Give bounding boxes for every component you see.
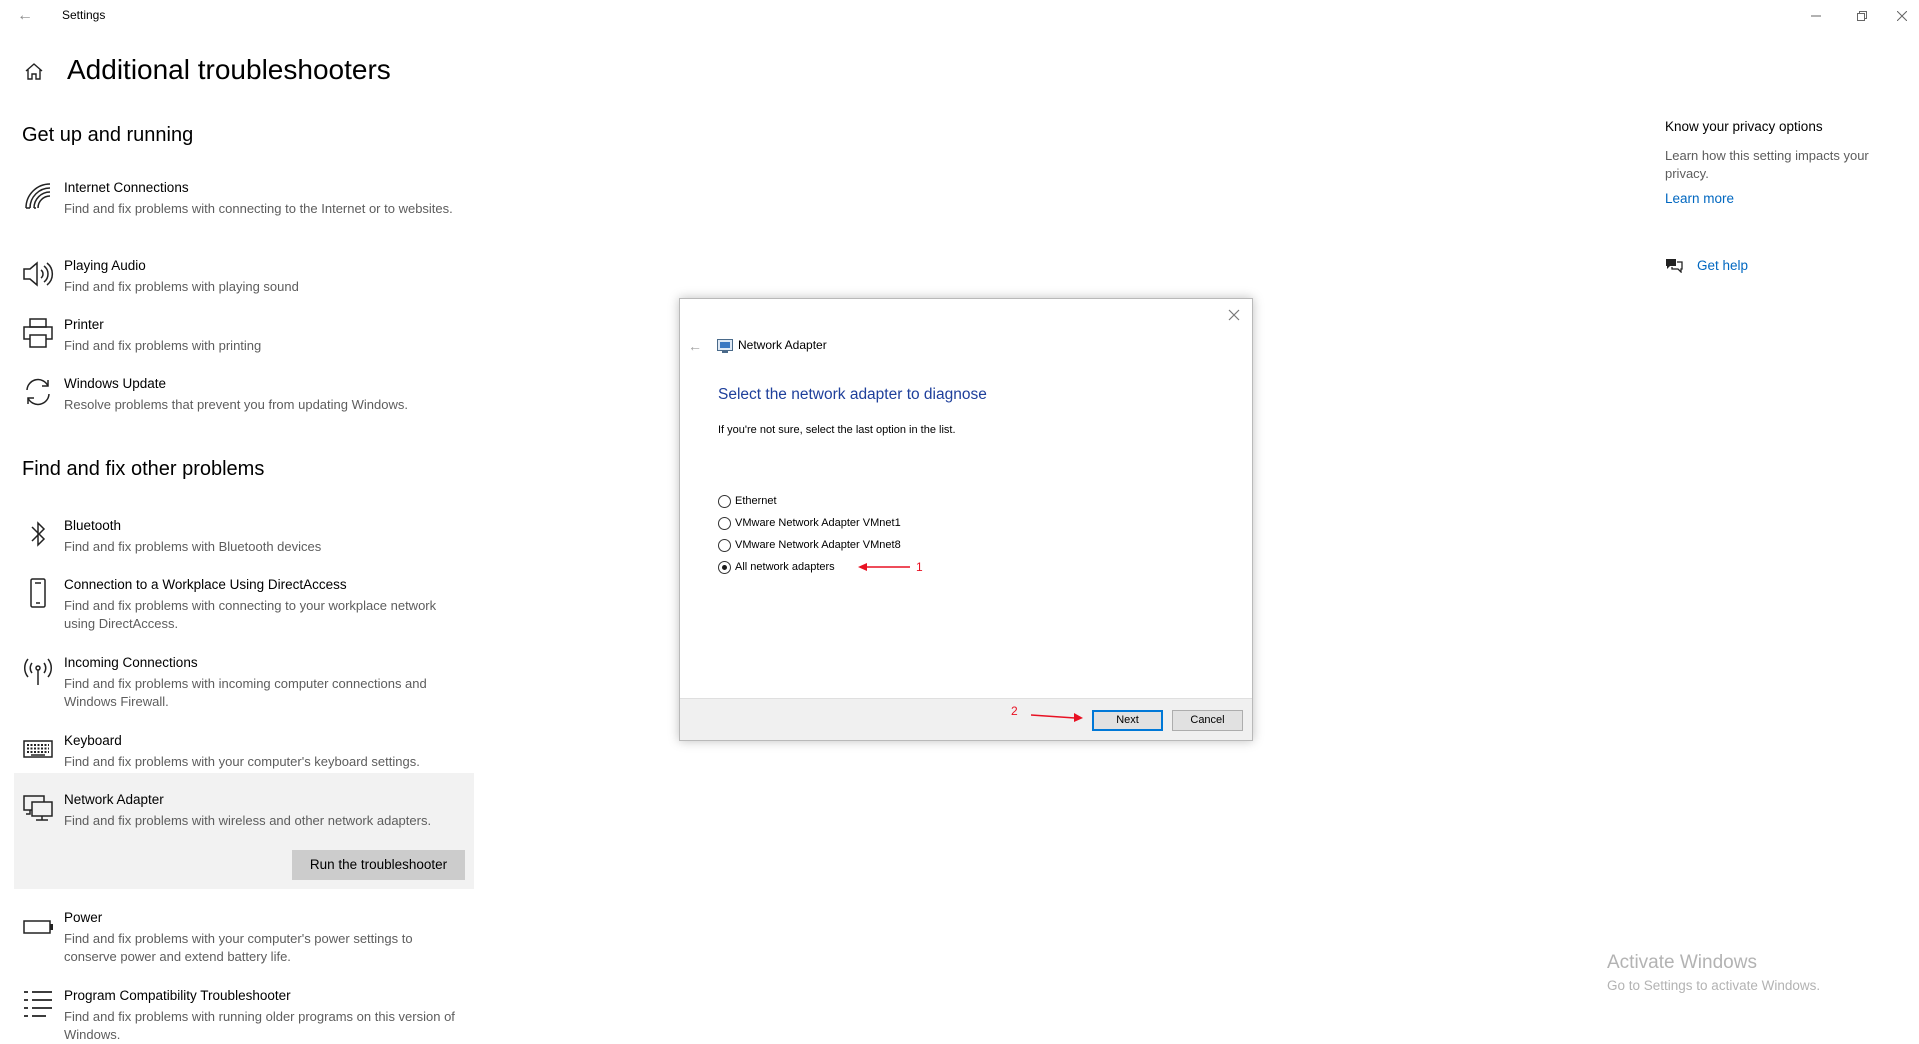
back-arrow-icon[interactable]: ← (14, 6, 36, 26)
bluetooth-icon (31, 521, 46, 547)
dialog-hint: If you're not sure, select the last opti… (718, 424, 956, 436)
annotation-arrow-1-icon (858, 563, 910, 571)
radio-label: VMware Network Adapter VMnet8 (735, 539, 901, 551)
troubleshooter-description: Find and fix problems with your computer… (64, 931, 413, 964)
troubleshooter-description: Find and fix problems with printing (64, 338, 262, 353)
close-icon (1897, 11, 1907, 21)
chat-help-icon[interactable] (1665, 257, 1683, 273)
radio-option-vmnet8[interactable]: VMware Network Adapter VMnet8 (718, 537, 901, 553)
activate-windows-hint: Go to Settings to activate Windows. (1607, 978, 1821, 993)
title-bar: ← Settings (0, 0, 1919, 32)
broadcast-icon (24, 658, 52, 685)
troubleshooter-name: Internet Connections (64, 180, 189, 195)
troubleshooter-keyboard[interactable]: Keyboard Find and fix problems with your… (22, 733, 468, 773)
radio-label: VMware Network Adapter VMnet1 (735, 517, 901, 529)
printer-icon (23, 318, 53, 348)
sync-icon (26, 378, 50, 406)
get-help-link[interactable]: Get help (1697, 258, 1748, 273)
troubleshooter-name: Program Compatibility Troubleshooter (64, 988, 291, 1003)
troubleshooter-name: Keyboard (64, 733, 122, 748)
radio-button[interactable] (718, 516, 731, 530)
troubleshooter-printer[interactable]: Printer Find and fix problems with print… (22, 317, 468, 357)
radio-button-checked[interactable] (718, 560, 731, 574)
annotation-step-2: 2 (1011, 704, 1018, 718)
troubleshooter-name: Incoming Connections (64, 655, 198, 670)
restore-icon (1857, 11, 1867, 21)
troubleshooter-description: Find and fix problems with Bluetooth dev… (64, 539, 322, 554)
dialog-heading: Select the network adapter to diagnose (718, 386, 987, 403)
troubleshooter-internet-connections[interactable]: Internet Connections Find and fix proble… (22, 180, 468, 236)
radio-label: All network adapters (735, 561, 835, 573)
troubleshooter-description: Find and fix problems with connecting to… (64, 201, 453, 216)
dialog-close-icon[interactable] (1226, 307, 1242, 323)
radio-label: Ethernet (735, 495, 777, 507)
network-adapter-icon (23, 795, 53, 821)
troubleshooter-description: Find and fix problems with your computer… (64, 754, 420, 769)
cancel-button[interactable]: Cancel (1172, 710, 1243, 731)
troubleshooter-network-adapter[interactable]: Network Adapter Find and fix problems wi… (22, 792, 468, 832)
network-adapter-dialog: ← Network Adapter Select the network ada… (679, 298, 1253, 741)
activate-windows-watermark: Activate Windows (1607, 952, 1757, 973)
dialog-back-arrow-icon[interactable]: ← (688, 338, 702, 354)
radio-option-ethernet[interactable]: Ethernet (718, 493, 777, 509)
wifi-icon (25, 183, 51, 209)
restore-button[interactable] (1839, 0, 1885, 32)
troubleshooter-power[interactable]: Power Find and fix problems with your co… (22, 910, 468, 966)
speaker-icon (23, 261, 54, 287)
troubleshooter-playing-audio[interactable]: Playing Audio Find and fix problems with… (22, 258, 468, 298)
troubleshooter-name: Windows Update (64, 376, 167, 391)
section-heading-find-and-fix: Find and fix other problems (22, 458, 265, 480)
section-heading-get-up-and-running: Get up and running (22, 124, 194, 146)
dialog-footer: 2 Next Cancel (680, 698, 1252, 740)
phone-icon (30, 578, 46, 608)
troubleshooter-bluetooth[interactable]: Bluetooth Find and fix problems with Blu… (22, 518, 468, 558)
window-title: Settings (62, 8, 106, 22)
next-button[interactable]: Next (1092, 710, 1163, 731)
privacy-text: Learn how this setting impacts your priv… (1665, 148, 1869, 181)
troubleshooter-program-compatibility[interactable]: Program Compatibility Troubleshooter Fin… (22, 988, 468, 1044)
minimize-icon (1811, 15, 1821, 17)
radio-button[interactable] (718, 538, 731, 552)
troubleshooter-directaccess[interactable]: Connection to a Workplace Using DirectAc… (22, 577, 468, 633)
troubleshooter-name: Power (64, 910, 103, 925)
keyboard-icon (23, 740, 53, 758)
troubleshooter-name: Connection to a Workplace Using DirectAc… (64, 577, 347, 592)
battery-icon (23, 920, 53, 934)
troubleshooter-description: Resolve problems that prevent you from u… (64, 397, 408, 412)
radio-button[interactable] (718, 494, 731, 508)
dialog-app-title: Network Adapter (738, 338, 827, 352)
annotation-step-1: 1 (916, 560, 923, 574)
troubleshooter-incoming-connections[interactable]: Incoming Connections Find and fix proble… (22, 655, 468, 711)
network-adapter-app-icon (717, 339, 733, 353)
annotation-arrow-2-icon (1031, 713, 1083, 722)
troubleshooter-name: Network Adapter (64, 792, 164, 807)
run-troubleshooter-button[interactable]: Run the troubleshooter (292, 850, 465, 880)
minimize-button[interactable] (1793, 0, 1839, 32)
learn-more-link[interactable]: Learn more (1665, 191, 1734, 206)
page-title: Additional troubleshooters (67, 54, 391, 85)
troubleshooter-description: Find and fix problems with playing sound (64, 279, 299, 294)
troubleshooter-description: Find and fix problems with incoming comp… (64, 676, 427, 709)
troubleshooter-name: Bluetooth (64, 518, 122, 533)
close-window-button[interactable] (1885, 0, 1919, 32)
troubleshooter-description: Find and fix problems with connecting to… (64, 598, 437, 631)
list-icon (24, 991, 52, 1017)
privacy-title: Know your privacy options (1665, 119, 1823, 134)
troubleshooter-name: Printer (64, 317, 104, 332)
home-icon[interactable] (24, 62, 44, 82)
troubleshooter-name: Playing Audio (64, 258, 146, 273)
radio-option-vmnet1[interactable]: VMware Network Adapter VMnet1 (718, 515, 901, 531)
troubleshooter-description: Find and fix problems with wireless and … (64, 813, 432, 828)
troubleshooter-windows-update[interactable]: Windows Update Resolve problems that pre… (22, 376, 468, 416)
radio-option-all-adapters[interactable]: All network adapters (718, 559, 835, 575)
